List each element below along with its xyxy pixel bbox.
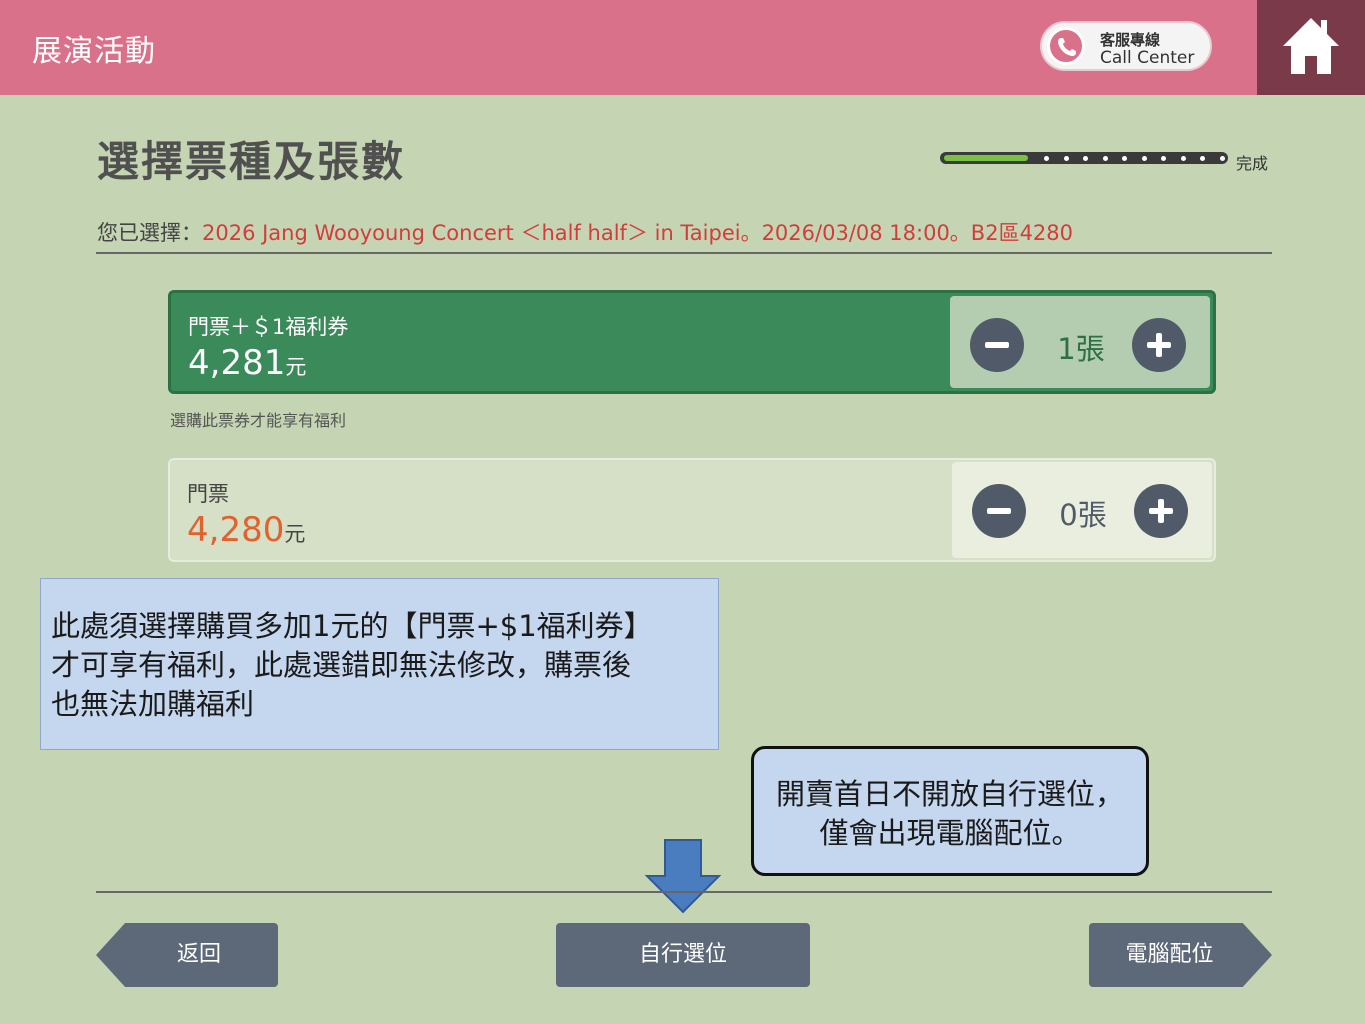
ticket-note: 選購此票券才能享有福利 <box>170 411 347 430</box>
annotation-line: 僅會出現電腦配位。 <box>819 816 1081 850</box>
decrease-button[interactable] <box>970 318 1024 372</box>
progress-label: 完成 <box>1236 154 1269 173</box>
annotation-line: 此處須選擇購買多加1元的【門票+$1福利券】 <box>51 609 653 643</box>
annotation-line: 開賣首日不開放自行選位， <box>775 777 1124 811</box>
page-title: 選擇票種及張數 <box>97 137 406 186</box>
progress-dot <box>1181 156 1186 161</box>
divider-top <box>96 252 1272 254</box>
increase-button[interactable] <box>1132 318 1186 372</box>
progress-dot <box>1044 156 1049 161</box>
progress-dot <box>1161 156 1166 161</box>
progress-dot <box>1064 156 1069 161</box>
app-title: 展演活動 <box>32 34 156 69</box>
call-center-label-zh: 客服專線 <box>1100 31 1161 49</box>
call-center-button[interactable]: 客服專線 Call Center <box>1040 21 1212 71</box>
annotation-seating-note: 開賣首日不開放自行選位， 僅會出現電腦配位。 <box>751 746 1149 876</box>
progress-dot <box>1083 156 1088 161</box>
selection-value: 2026 Jang Wooyoung Concert ＜half half＞ i… <box>202 221 1074 245</box>
progress-dot <box>1200 156 1205 161</box>
auto-assign-label: 電腦配位 <box>1125 942 1214 967</box>
ticket-name: 門票 <box>187 482 229 506</box>
ticket-option-welfare[interactable]: 門票＋＄1福利券 4,281元 1張 <box>168 290 1216 394</box>
progress-dot <box>1142 156 1147 161</box>
selection-summary: 您已選擇：2026 Jang Wooyoung Concert ＜half ha… <box>97 217 1073 247</box>
quantity-stepper: 1張 <box>950 296 1210 388</box>
minus-icon <box>985 342 1009 348</box>
home-button[interactable] <box>1257 0 1365 95</box>
ticket-option-standard[interactable]: 門票 4,280元 0張 <box>168 458 1216 562</box>
ticket-price: 4,280元 <box>187 510 306 550</box>
phone-icon <box>1047 27 1085 65</box>
progress-dot <box>1103 156 1108 161</box>
call-center-label-en: Call Center <box>1100 48 1195 68</box>
progress-dot <box>1122 156 1127 161</box>
annotation-welfare-note: 此處須選擇購買多加1元的【門票+$1福利券】 才可享有福利，此處選錯即無法修改，… <box>40 578 719 750</box>
quantity-value: 0張 <box>1059 498 1107 532</box>
annotation-line: 也無法加購福利 <box>51 687 255 721</box>
annotation-line: 才可享有福利，此處選錯即無法修改，購票後 <box>51 648 632 682</box>
ticket-name: 門票＋＄1福利券 <box>188 315 349 339</box>
self-select-seat-button[interactable]: 自行選位 <box>556 923 810 987</box>
top-bar: 展演活動 客服專線 Call Center <box>0 0 1365 95</box>
progress-dot <box>1220 156 1225 161</box>
increase-button[interactable] <box>1134 484 1188 538</box>
self-select-label: 自行選位 <box>638 942 727 967</box>
selection-prefix: 您已選擇： <box>97 221 202 245</box>
home-icon <box>1283 18 1339 74</box>
quantity-value: 1張 <box>1057 332 1105 366</box>
decrease-button[interactable] <box>972 484 1026 538</box>
divider-bottom <box>96 891 1272 893</box>
progress-bar <box>940 150 1230 166</box>
down-arrow-icon <box>644 839 722 914</box>
quantity-stepper: 0張 <box>952 462 1212 558</box>
auto-assign-seat-button[interactable]: 電腦配位 <box>1089 923 1272 987</box>
plus-icon <box>1149 499 1173 523</box>
back-button[interactable]: 返回 <box>96 923 278 987</box>
back-button-label: 返回 <box>176 942 221 967</box>
ticket-price: 4,281元 <box>188 343 307 383</box>
plus-icon <box>1147 333 1171 357</box>
minus-icon <box>987 508 1011 514</box>
